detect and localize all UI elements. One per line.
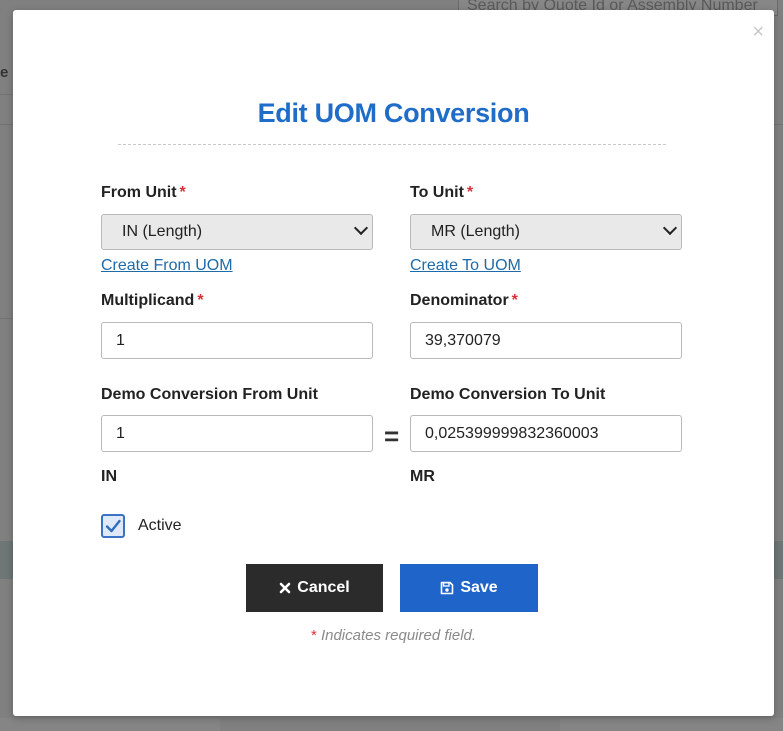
multiplicand-label: Multiplicand * xyxy=(101,292,204,309)
required-marker: * xyxy=(466,184,474,201)
required-marker: * xyxy=(179,184,186,201)
cancel-button[interactable]: Cancel xyxy=(246,564,383,612)
demo-to-input[interactable]: 0,025399999832360003 xyxy=(410,415,682,452)
active-checkbox[interactable] xyxy=(101,514,125,538)
floppy-disk-icon xyxy=(441,581,454,595)
demo-to-label: Demo Conversion To Unit xyxy=(410,386,606,403)
background-partial-text: e xyxy=(0,64,9,81)
from-unit-label: From Unit * xyxy=(101,184,186,201)
required-marker: * xyxy=(511,292,518,309)
title-divider xyxy=(118,144,666,145)
denominator-label: Denominator * xyxy=(410,292,518,309)
background-divider xyxy=(0,124,14,125)
background-footer-cell xyxy=(560,718,783,731)
demo-from-label: Demo Conversion From Unit xyxy=(101,386,318,403)
equals-sign: = xyxy=(384,421,400,451)
close-icon[interactable]: × xyxy=(752,22,764,42)
edit-uom-conversion-modal: × Edit UOM Conversion From Unit * IN (Len… xyxy=(13,10,774,716)
active-label: Active xyxy=(138,517,182,534)
create-from-uom-link[interactable]: Create From UOM xyxy=(101,257,233,275)
checkmark-icon xyxy=(105,519,121,533)
save-button-label: Save xyxy=(460,579,498,596)
chevron-down-icon xyxy=(662,220,678,236)
background-divider xyxy=(0,318,14,319)
from-unit-select[interactable]: IN (Length) xyxy=(101,214,373,250)
background-divider xyxy=(0,94,14,95)
to-unit-label: To Unit * xyxy=(410,184,474,201)
cancel-button-label: Cancel xyxy=(297,579,350,596)
modal-title: Edit UOM Conversion xyxy=(257,98,530,128)
background-footer-cell xyxy=(0,718,220,731)
to-unit-select[interactable]: MR (Length) xyxy=(410,214,682,250)
demo-to-unit: MR xyxy=(410,468,435,485)
chevron-down-icon xyxy=(353,220,369,236)
multiplicand-input[interactable]: 1 xyxy=(101,322,373,359)
demo-from-unit: IN xyxy=(101,468,117,485)
required-marker: * xyxy=(197,292,204,309)
create-to-uom-link[interactable]: Create To UOM xyxy=(410,257,521,275)
times-icon xyxy=(279,582,291,594)
save-button[interactable]: Save xyxy=(400,564,538,612)
denominator-input[interactable]: 39,370079 xyxy=(410,322,682,359)
demo-from-input[interactable]: 1 xyxy=(101,415,373,452)
required-field-note: * Indicates required field. xyxy=(310,627,477,644)
